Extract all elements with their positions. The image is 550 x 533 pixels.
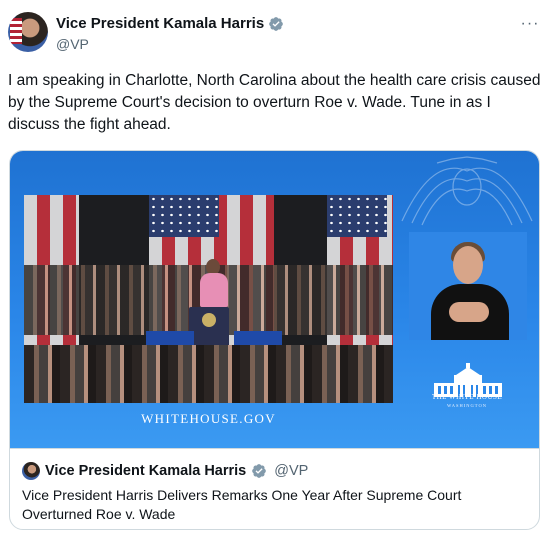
presidential-seal-icon: [401, 156, 533, 226]
white-house-logo-title: THE WHITE HOUSE: [431, 393, 503, 401]
name-line: Vice President Kamala Harris: [56, 15, 284, 32]
verified-badge-icon: [269, 16, 284, 31]
author-handle[interactable]: @VP: [56, 36, 89, 52]
quoted-display-name: Vice President Kamala Harris: [45, 463, 247, 479]
white-house-logo-icon: [434, 363, 502, 397]
tweet-text: I am speaking in Charlotte, North Caroli…: [8, 72, 541, 133]
quoted-handle: @VP: [274, 463, 309, 479]
video-thumbnail[interactable]: THE WHITE HOUSE WASHINGTON WHITEHOUSE.GO…: [10, 151, 539, 448]
media-card[interactable]: THE WHITE HOUSE WASHINGTON WHITEHOUSE.GO…: [9, 150, 540, 530]
tweet-header: Vice President Kamala Harris @VP ···: [8, 12, 542, 56]
quoted-avatar: [22, 462, 40, 480]
quoted-post[interactable]: Vice President Kamala Harris @VP Vice Pr…: [10, 448, 539, 529]
more-horizontal-icon[interactable]: ···: [520, 14, 540, 34]
display-name[interactable]: Vice President Kamala Harris: [56, 15, 264, 32]
audience-crowd: [24, 345, 393, 403]
quoted-post-text: Vice President Harris Delivers Remarks O…: [22, 487, 462, 522]
asl-interpreter-inset: [409, 232, 527, 340]
verified-badge-icon: [252, 464, 267, 478]
event-photo: [24, 195, 393, 403]
site-url-caption: WHITEHOUSE.GOV: [141, 411, 276, 426]
white-house-logo-subtitle: WASHINGTON: [447, 403, 487, 408]
podium: [189, 307, 229, 347]
quoted-post-header: Vice President Kamala Harris @VP: [22, 461, 527, 481]
profile-avatar[interactable]: [8, 12, 48, 52]
